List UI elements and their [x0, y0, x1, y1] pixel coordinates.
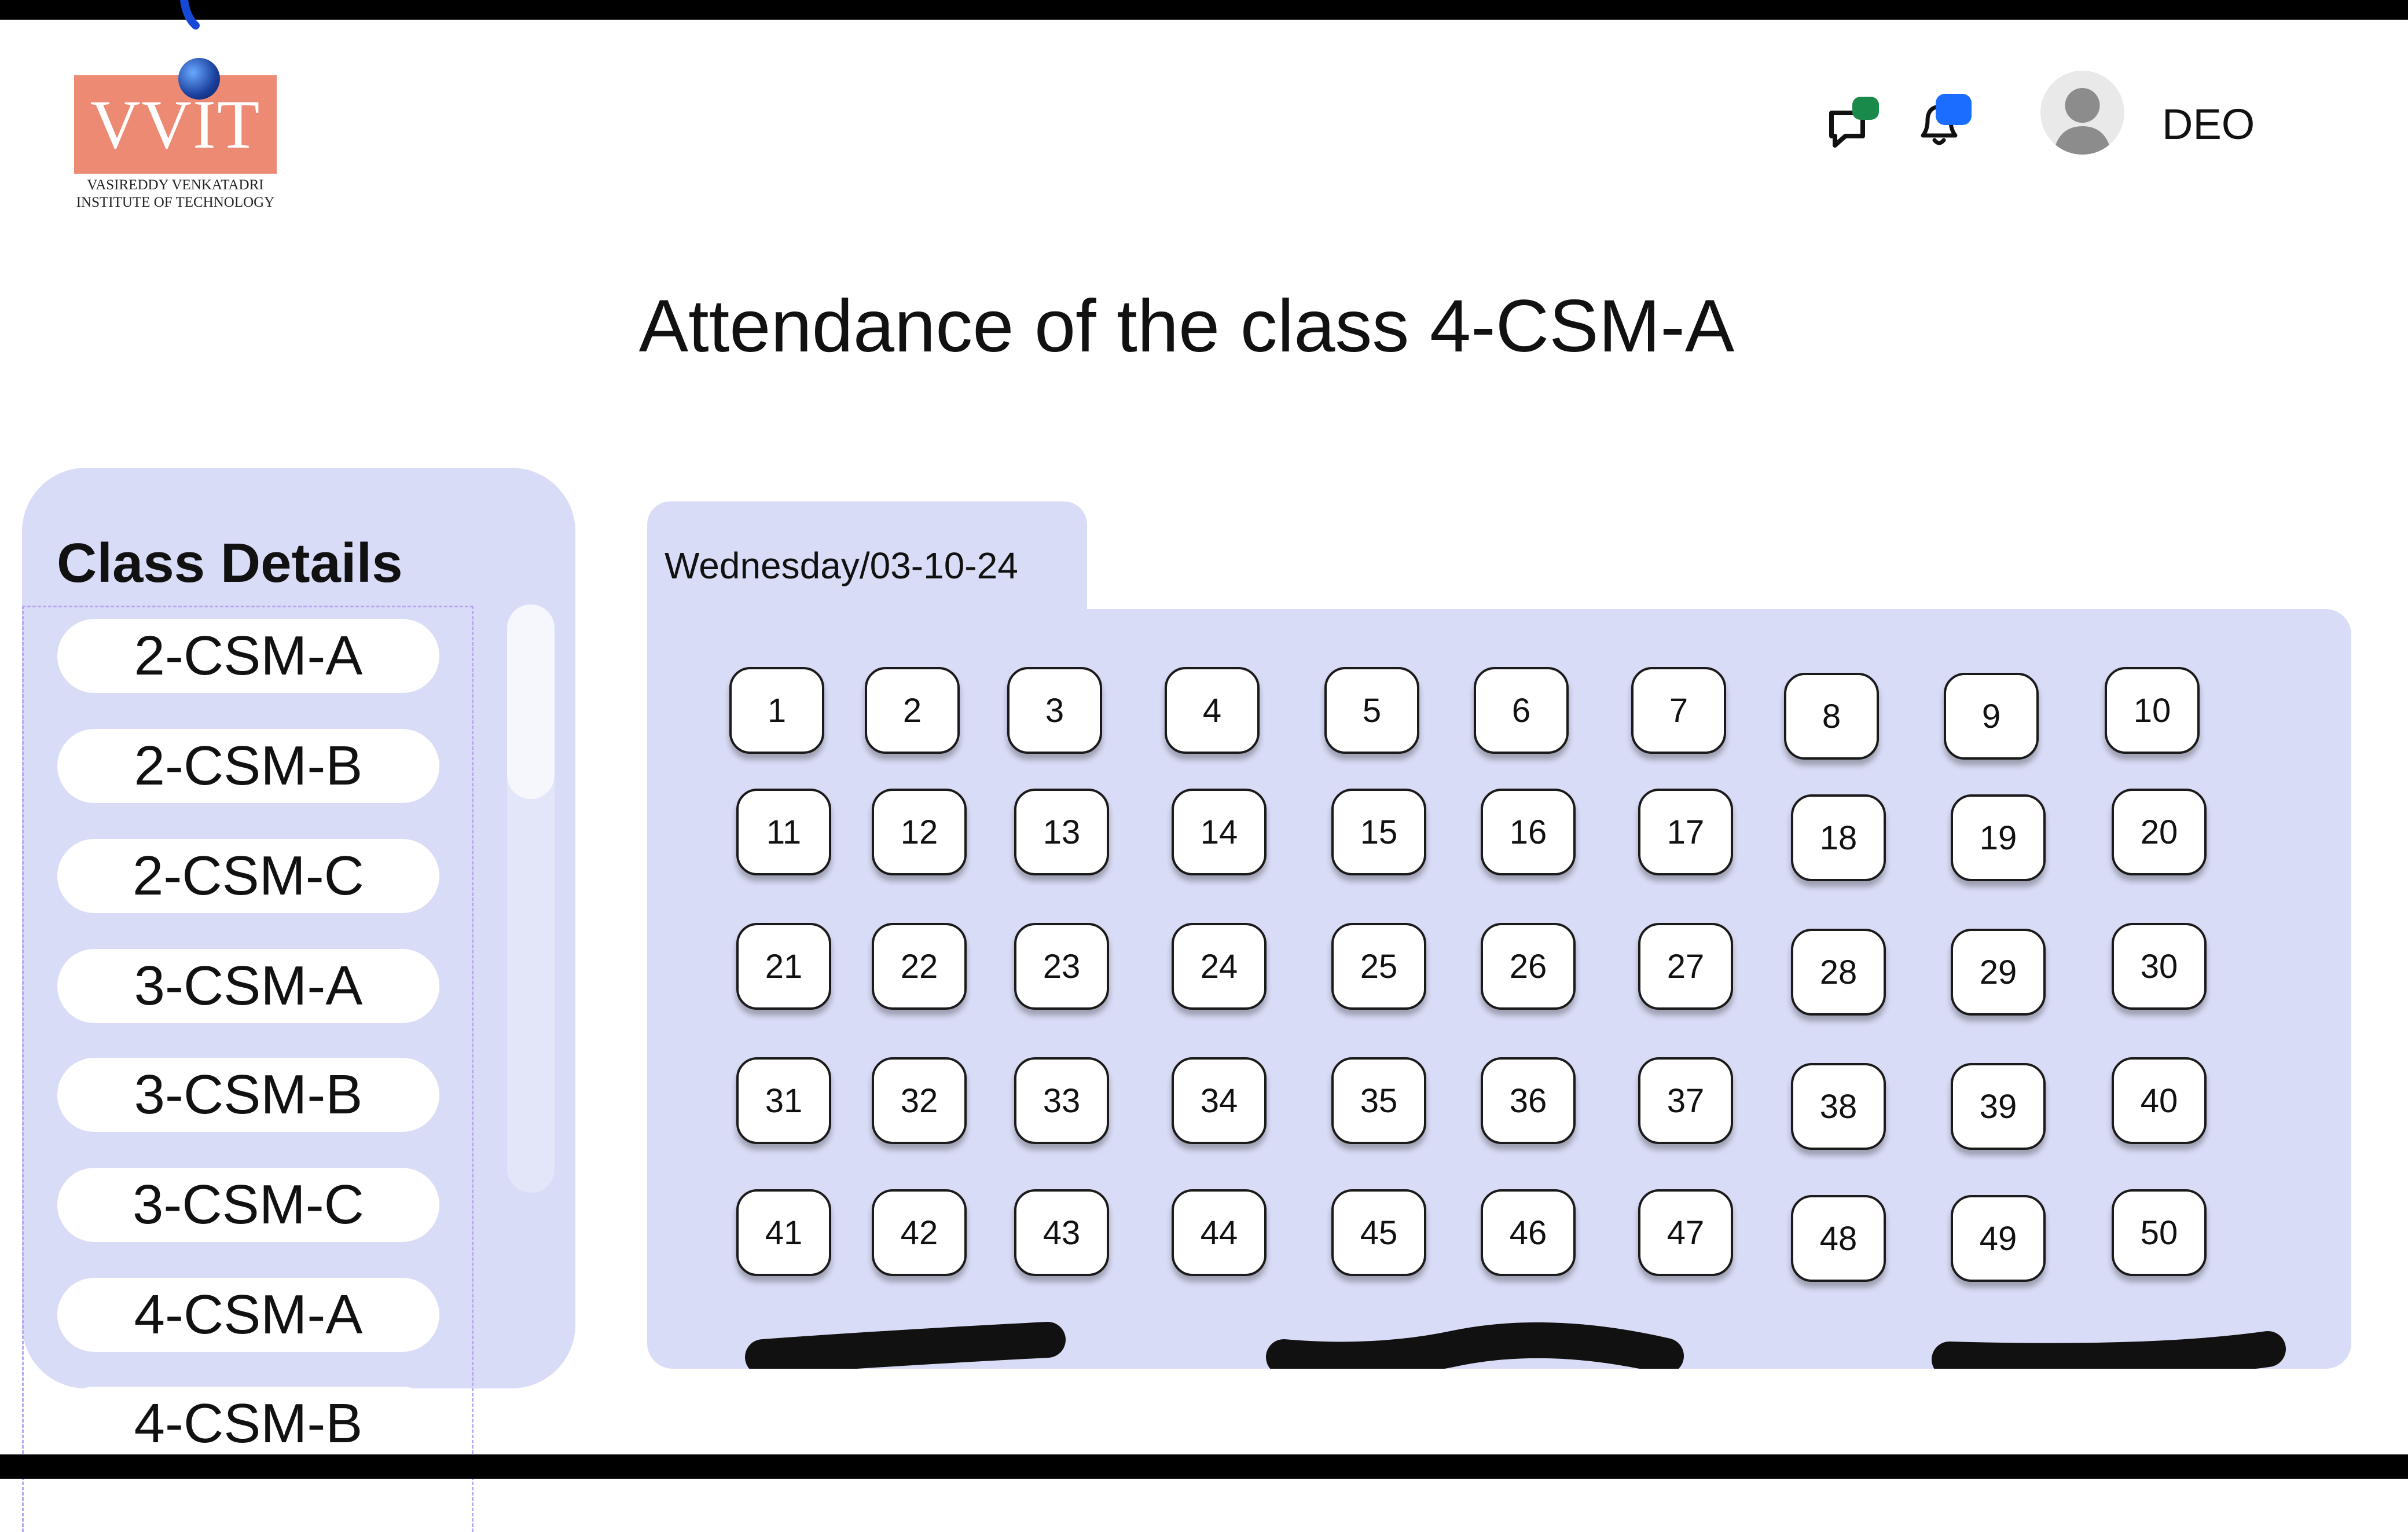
user-avatar-icon[interactable] [2040, 71, 2124, 155]
pen-mark [180, 0, 200, 30]
attendance-grid: 1 2 3 4 5 6 7 8 9 10 11 12 13 14 15 16 17 18 19 20 21 22 23 24 2… [647, 609, 2351, 1369]
sidebar-title: Class Details [57, 532, 403, 594]
user-name[interactable]: DEO [2162, 100, 2255, 149]
vvit-logo[interactable]: VVIT VASIREDDY VENKATADRI INSTITUTE OF T… [69, 58, 284, 214]
class-item-2-csm-c[interactable]: 2-CSM-C [57, 839, 439, 913]
logo-subtitle-line1: VASIREDDY VENKATADRI [87, 177, 264, 193]
class-list: 2-CSM-A 2-CSM-B 2-CSM-C 3-CSM-A 3-CSM-B … [22, 606, 473, 1532]
globe-icon [178, 58, 220, 100]
scrollbar-thumb[interactable] [507, 604, 555, 799]
redaction-scribbles [745, 1322, 2286, 1369]
class-item-4-csm-b[interactable]: 4-CSM-B [57, 1387, 439, 1461]
class-item-3-csm-c[interactable]: 3-CSM-C [57, 1168, 439, 1242]
class-details-panel: Class Details 2-CSM-A 2-CSM-B 2-CSM-C 3-… [22, 468, 575, 1532]
logo-subtitle: VASIREDDY VENKATADRI INSTITUTE OF TECHNO… [69, 177, 281, 211]
scrollbar-track[interactable] [507, 604, 555, 1193]
logo-text: VVIT [90, 86, 261, 163]
class-item-3-csm-b[interactable]: 3-CSM-B [57, 1058, 439, 1132]
class-item-2-csm-a[interactable]: 2-CSM-A [57, 619, 439, 693]
logo-box: VVIT [74, 75, 277, 174]
top-black-bar [0, 0, 2408, 20]
class-item-2-csm-b[interactable]: 2-CSM-B [57, 729, 439, 803]
class-item-3-csm-a[interactable]: 3-CSM-A [57, 949, 439, 1023]
date-label: Wednesday/03-10-24 [665, 545, 1018, 587]
class-item-4-csm-a[interactable]: 4-CSM-A [57, 1278, 439, 1352]
bell-icon[interactable] [1910, 93, 1974, 151]
bottom-black-bar [0, 1454, 2408, 1479]
page-title: Attendance of the class 4-CSM-A [638, 285, 1735, 368]
chat-icon[interactable] [1823, 96, 1881, 153]
logo-subtitle-line2: INSTITUTE OF TECHNOLOGY [76, 195, 275, 210]
